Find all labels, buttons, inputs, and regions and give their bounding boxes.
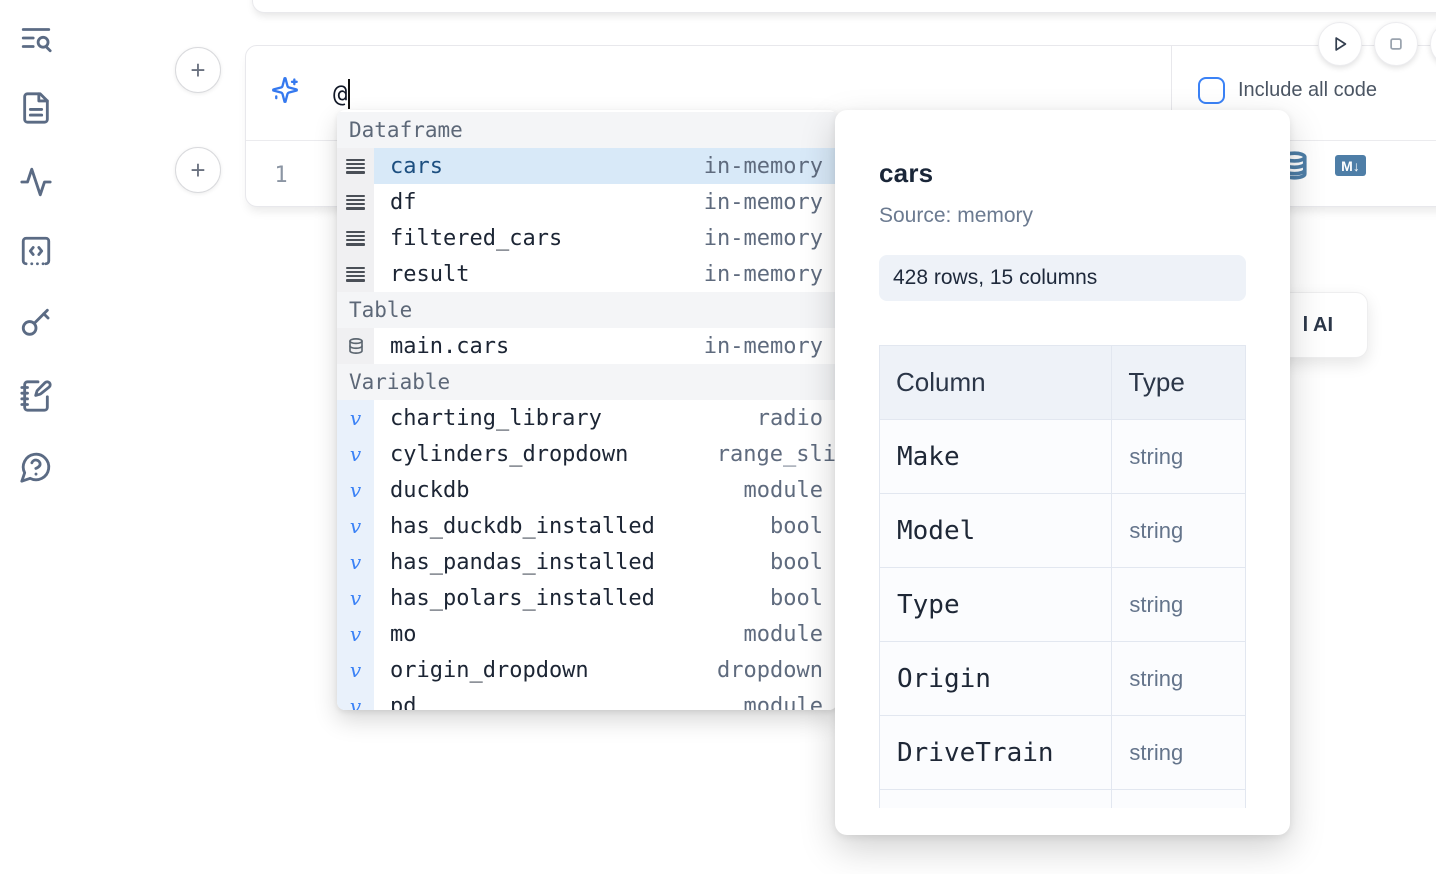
autocomplete-item-df[interactable]: dfin-memory [337, 184, 837, 220]
ai-sparkles-icon [271, 76, 299, 104]
variable-icon: v [337, 652, 374, 688]
ai-prompt-value: @ [333, 80, 347, 108]
autocomplete-item-result[interactable]: resultin-memory [337, 256, 837, 292]
variable-icon: v [337, 400, 374, 436]
autocomplete-item-mo[interactable]: v momodule [337, 616, 837, 652]
schema-row: DriveTrain string [880, 716, 1246, 790]
dataframe-icon [337, 220, 374, 256]
schema-row: Model string [880, 494, 1246, 568]
add-cell-button-bottom[interactable]: + [175, 147, 221, 193]
autocomplete-item-has-pandas-installed[interactable]: v has_pandas_installedbool [337, 544, 837, 580]
autocomplete-item-pd[interactable]: v pdmodule [337, 688, 837, 710]
run-cell-button[interactable] [1318, 22, 1362, 66]
markdown-convert-icon[interactable]: M↓ [1335, 155, 1366, 176]
secrets-key-icon[interactable] [19, 306, 53, 340]
variable-icon: v [337, 472, 374, 508]
autocomplete-section-table: Table [337, 292, 837, 328]
activity-icon[interactable] [19, 165, 53, 199]
include-all-code-control[interactable]: Include all code [1198, 77, 1377, 104]
autocomplete-item-cylinders-dropdown[interactable]: v cylinders_dropdownrange_sli [337, 436, 837, 472]
schema-row-clipped [880, 790, 1246, 809]
autocomplete-item-has-duckdb-installed[interactable]: v has_duckdb_installedbool [337, 508, 837, 544]
autocomplete-section-variable: Variable [337, 364, 837, 400]
schema-header-column: Column [880, 346, 1112, 420]
variable-icon: v [337, 616, 374, 652]
add-cell-button-top[interactable]: + [175, 47, 221, 93]
autocomplete-item-cars[interactable]: carsin-memory [337, 148, 837, 184]
include-all-code-label: Include all code [1238, 79, 1377, 102]
autocomplete-item-charting-library[interactable]: v charting_libraryradio [337, 400, 837, 436]
line-number: 1 [266, 142, 296, 208]
dataframe-icon [337, 148, 374, 184]
dataframe-preview-panel: cars Source: memory 428 rows, 15 columns… [835, 110, 1290, 835]
scratchpad-notebook-pen-icon[interactable] [19, 379, 53, 413]
variable-icon: v [337, 508, 374, 544]
table-database-icon [337, 328, 374, 364]
preview-shape-badge: 428 rows, 15 columns [879, 255, 1246, 301]
schema-row: Type string [880, 568, 1246, 642]
preview-title: cars [879, 158, 1246, 189]
preview-schema-table: Column Type Make string Model string Typ… [879, 345, 1246, 808]
variable-icon: v [337, 580, 374, 616]
variable-icon: v [337, 544, 374, 580]
marimo-notebook-screen: + + @ Include all code 1 M↓ [0, 0, 1436, 874]
stop-cell-button[interactable] [1374, 22, 1418, 66]
help-chat-icon[interactable] [19, 450, 53, 484]
variable-icon: v [337, 436, 374, 472]
schema-row: Origin string [880, 642, 1246, 716]
schema-header-row: Column Type [880, 346, 1246, 420]
toc-search-icon[interactable] [19, 21, 53, 55]
autocomplete-item-main-cars[interactable]: main.carsin-memory [337, 328, 837, 364]
autocomplete-item-filtered-cars[interactable]: filtered_carsin-memory [337, 220, 837, 256]
dataframe-icon [337, 256, 374, 292]
autocomplete-section-dataframe: Dataframe [337, 112, 837, 148]
schema-header-type: Type [1112, 346, 1246, 420]
file-document-icon[interactable] [19, 91, 53, 125]
autocomplete-item-origin-dropdown[interactable]: v origin_dropdowndropdown [337, 652, 837, 688]
variable-icon: v [337, 688, 374, 710]
dataframe-icon [337, 184, 374, 220]
autocomplete-item-has-polars-installed[interactable]: v has_polars_installedbool [337, 580, 837, 616]
snippets-code-icon[interactable] [19, 234, 53, 268]
text-caret [348, 79, 350, 109]
previous-cell [252, 0, 1436, 13]
autocomplete-popup: Dataframe carsin-memory dfin-memory filt… [337, 110, 837, 710]
autocomplete-item-duckdb[interactable]: v duckdbmodule [337, 472, 837, 508]
include-all-code-checkbox[interactable] [1198, 77, 1225, 104]
preview-source: Source: memory [879, 204, 1246, 228]
schema-row: Make string [880, 420, 1246, 494]
